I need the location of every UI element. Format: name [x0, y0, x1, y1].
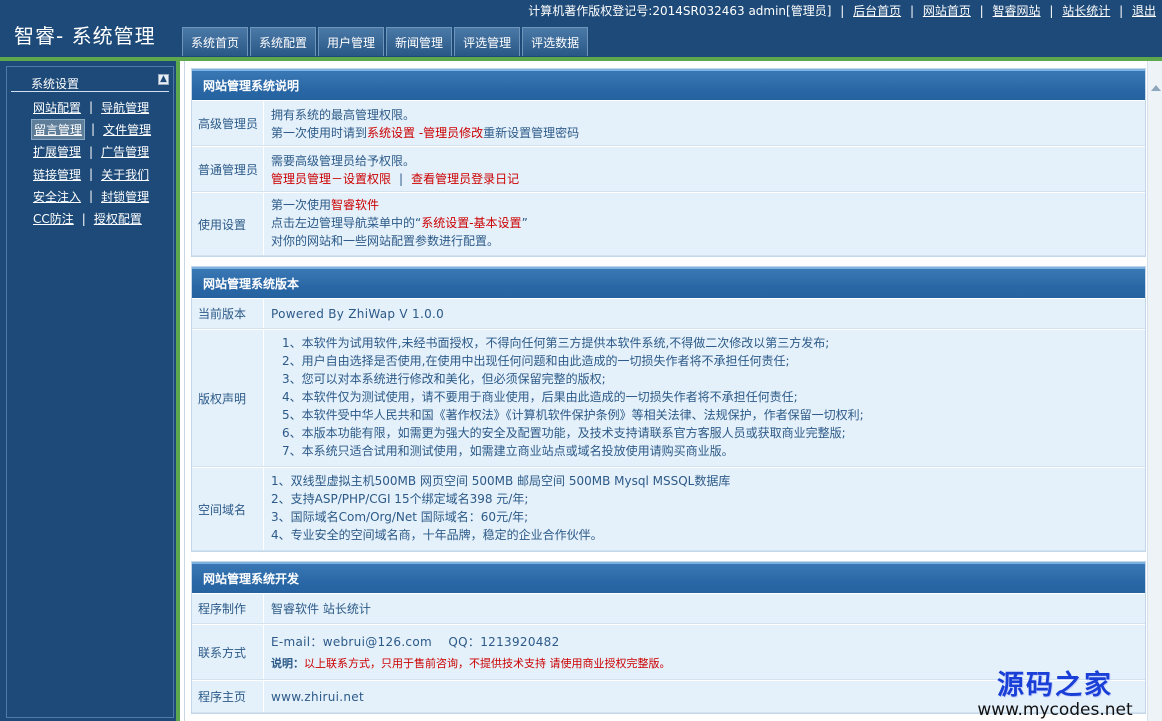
list-item: 4、本软件仅为测试使用，请不要用于商业使用，后果由此造成的一切损失作者将不承担任… — [282, 390, 798, 404]
admin-modify-link[interactable]: 系统设置 -管理员修改 — [367, 126, 483, 140]
table-row: 普通管理员 需要高级管理员给予权限。 管理员管理－设置权限 | 查看管理员登录日记 — [192, 146, 1145, 192]
sidebar: 系统设置 ▲ 网站配置 | 导航管理 留言管理 | 文件管理 扩展管理 | 广告管理 链接管… — [0, 61, 180, 721]
text-line: 第一次使用时请到系统设置 -管理员修改重新设置管理密码 — [271, 126, 580, 140]
contact-line: E-mail：webrui@126.com QQ：1213920482 — [271, 635, 560, 649]
row-value: 第一次使用智睿软件 点击左边管理导航菜单中的“系统设置-基本设置” 对你的网站和… — [264, 193, 1145, 255]
section-system-info: 网站管理系统说明 高级管理员 拥有系统的最高管理权限。 第一次使用时请到系统设置… — [191, 68, 1146, 257]
row-label: 使用设置 — [192, 193, 264, 255]
login-log-link[interactable]: 查看管理员登录日记 — [411, 172, 519, 186]
link-logout[interactable]: 退出 — [1132, 4, 1156, 18]
tab-system-home[interactable]: 系统首页 — [182, 27, 249, 56]
main-content: 网站管理系统说明 高级管理员 拥有系统的最高管理权限。 第一次使用时请到系统设置… — [184, 61, 1146, 721]
list-item: 3、国际域名Com/Org/Net 国际域名：60元/年; — [271, 510, 529, 524]
watermark-title: 源码之家 — [997, 670, 1113, 701]
domain-list: 1、双线型虚拟主机500MB 网页空间 500MB 邮局空间 500MB Mys… — [264, 468, 1145, 550]
sidebar-divider — [11, 91, 169, 92]
scroll-up-icon[interactable] — [1151, 85, 1161, 91]
sidebar-item-message-manage[interactable]: 留言管理 — [31, 118, 86, 140]
sidebar-item-block-manage[interactable]: 封锁管理 — [99, 187, 151, 206]
app-logo: 智睿- 系统管理 — [14, 24, 156, 48]
table-row: 高级管理员 拥有系统的最高管理权限。 第一次使用时请到系统设置 -管理员修改重新… — [192, 100, 1145, 146]
version-value: Powered By ZhiWap V 1.0.0 — [271, 307, 445, 321]
section-title: 网站管理系统说明 — [192, 69, 1145, 100]
scrollbar[interactable] — [1147, 61, 1162, 721]
collapse-icon[interactable]: ▲ — [158, 74, 169, 85]
tab-vote-data[interactable]: 评选数据 — [522, 27, 589, 56]
top-info-bar: 计算机著作版权登记号:2014SR032463 admin[管理员] | 后台首… — [528, 4, 1156, 18]
sidebar-menu: 网站配置 | 导航管理 留言管理 | 文件管理 扩展管理 | 广告管理 链接管理 | 关于我们 … — [31, 96, 153, 230]
row-label: 程序制作 — [192, 594, 264, 623]
sidebar-title: 系统设置 — [31, 77, 80, 91]
tab-vote-manage[interactable]: 评选管理 — [454, 27, 521, 56]
main-tabs: 系统首页 系统配置 用户管理 新闻管理 评选管理 评选数据 — [182, 27, 590, 56]
row-value: 拥有系统的最高管理权限。 第一次使用时请到系统设置 -管理员修改重新设置管理密码 — [264, 101, 1145, 145]
sidebar-item-ad-manage[interactable]: 广告管理 — [99, 142, 151, 161]
sidebar-item-extension-manage[interactable]: 扩展管理 — [31, 142, 83, 161]
table-row: 版权声明 1、本软件为试用软件,未经书面授权，不得向任何第三方提供本软件系统,不… — [192, 329, 1145, 467]
tab-news-manage[interactable]: 新闻管理 — [386, 27, 453, 56]
watermark-url: www.mycodes.net — [977, 700, 1133, 720]
list-item: 4、专业安全的空间域名商，十年品牌，稳定的企业合作伙伴。 — [271, 528, 603, 542]
list-item: 1、双线型虚拟主机500MB 网页空间 500MB 邮局空间 500MB Mys… — [271, 474, 731, 488]
row-label: 空间域名 — [192, 468, 264, 550]
row-label: 当前版本 — [192, 299, 264, 328]
row-label: 版权声明 — [192, 330, 264, 466]
row-label: 普通管理员 — [192, 147, 264, 191]
header: 智睿- 系统管理 计算机著作版权登记号:2014SR032463 admin[管… — [0, 0, 1162, 57]
list-item: 5、本软件受中华人民共和国《著作权法》《计算机软件保护条例》等相关法律、法规保护… — [282, 408, 864, 422]
copyright-admin-text: 计算机著作版权登记号:2014SR032463 admin[管理员] — [528, 4, 832, 18]
sidebar-item-security-inject[interactable]: 安全注入 — [31, 187, 83, 206]
sidebar-item-file-manage[interactable]: 文件管理 — [101, 120, 153, 139]
row-label: 程序主页 — [192, 681, 264, 712]
table-row: 程序制作 智睿软件 站长统计 — [192, 593, 1145, 624]
table-row: 使用设置 第一次使用智睿软件 点击左边管理导航菜单中的“系统设置-基本设置” 对… — [192, 192, 1145, 256]
watermark: 源码之家 www.mycodes.net — [960, 663, 1150, 721]
sidebar-item-cc-defense[interactable]: CC防注 — [31, 209, 76, 228]
section-system-version: 网站管理系统版本 当前版本 Powered By ZhiWap V 1.0.0 … — [191, 266, 1146, 552]
list-item: 7、本系统只适合试用和测试使用，如需建立商业站点或域名投放使用请购买商业版。 — [282, 444, 734, 458]
section-title: 网站管理系统开发 — [192, 562, 1145, 593]
table-row: 当前版本 Powered By ZhiWap V 1.0.0 — [192, 298, 1145, 329]
sidebar-item-link-manage[interactable]: 链接管理 — [31, 165, 83, 184]
link-zhirui-site[interactable]: 智睿网站 — [993, 4, 1041, 18]
link-site-home[interactable]: 网站首页 — [923, 4, 971, 18]
row-label: 联系方式 — [192, 625, 264, 679]
copyright-list: 1、本软件为试用软件,未经书面授权，不得向任何第三方提供本软件系统,不得做二次修… — [264, 330, 1145, 466]
text-line: 对你的网站和一些网站配置参数进行配置。 — [271, 234, 500, 248]
list-item: 6、本版本功能有限，如需更为强大的安全及配置功能，及技术支持请联系官方客服人员或… — [282, 426, 846, 440]
sidebar-item-license-config[interactable]: 授权配置 — [92, 209, 144, 228]
sidebar-item-nav-manage[interactable]: 导航管理 — [99, 98, 151, 117]
permission-link[interactable]: 管理员管理－设置权限 — [271, 172, 391, 186]
link-backend-home[interactable]: 后台首页 — [853, 4, 901, 18]
section-title: 网站管理系统版本 — [192, 267, 1145, 298]
row-label: 高级管理员 — [192, 101, 264, 145]
tab-user-manage[interactable]: 用户管理 — [318, 27, 385, 56]
list-item: 2、支持ASP/PHP/CGI 15个绑定域名398 元/年; — [271, 492, 529, 506]
link-stats[interactable]: 站长统计 — [1062, 4, 1110, 18]
list-item: 2、用户自由选择是否使用,在使用中出现任何问题和由此造成的一切损失作者将不承担任… — [282, 354, 790, 368]
text-line: 点击左边管理导航菜单中的“系统设置-基本设置” — [271, 216, 528, 230]
dev-value: 智睿软件 站长统计 — [271, 602, 371, 616]
text-line: 需要高级管理员给予权限。 — [271, 154, 416, 168]
list-item: 1、本软件为试用软件,未经书面授权，不得向任何第三方提供本软件系统,不得做二次修… — [282, 336, 830, 350]
sidebar-item-about-us[interactable]: 关于我们 — [99, 165, 151, 184]
text-line: 第一次使用智睿软件 — [271, 198, 380, 212]
list-item: 3、您可以对本系统进行修改和美化，但必须保留完整的版权; — [282, 372, 606, 386]
text-line: 管理员管理－设置权限 | 查看管理员登录日记 — [271, 172, 520, 186]
tab-system-config[interactable]: 系统配置 — [250, 27, 317, 56]
table-row: 空间域名 1、双线型虚拟主机500MB 网页空间 500MB 邮局空间 500M… — [192, 467, 1145, 551]
row-value: 需要高级管理员给予权限。 管理员管理－设置权限 | 查看管理员登录日记 — [264, 147, 1145, 191]
text-line: 拥有系统的最高管理权限。 — [271, 108, 416, 122]
sidebar-panel: 系统设置 ▲ 网站配置 | 导航管理 留言管理 | 文件管理 扩展管理 | 广告管理 链接管… — [6, 66, 174, 718]
sidebar-item-site-config[interactable]: 网站配置 — [31, 98, 83, 117]
